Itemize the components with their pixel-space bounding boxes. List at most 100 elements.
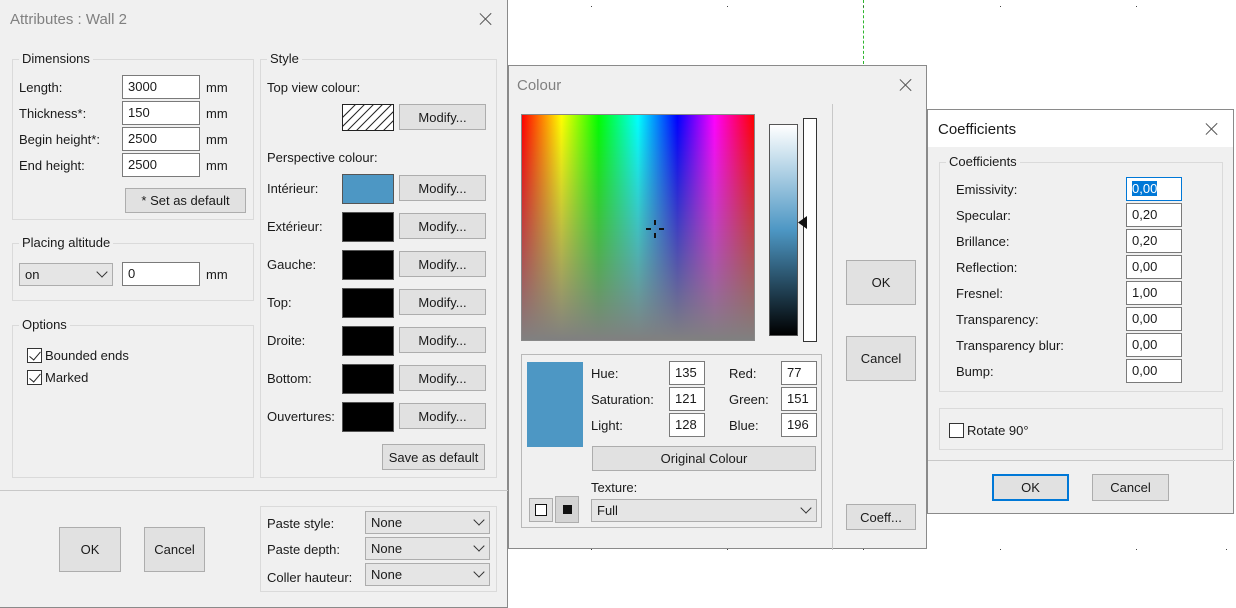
coefficient-label: Brillance: [956,234,1010,249]
close-icon[interactable] [1203,120,1221,138]
coefficient-label: Emissivity: [956,182,1018,197]
bounded-ends-checkbox[interactable] [27,348,42,363]
colour-swatch[interactable] [342,402,394,432]
close-icon[interactable] [897,76,915,94]
ok-button[interactable]: OK [59,527,121,572]
texture-label: Texture: [591,480,638,495]
close-icon[interactable] [477,10,495,28]
cancel-button[interactable]: Cancel [846,336,916,381]
colour-preview [527,362,583,447]
paste-height-label: Coller hauteur: [267,570,353,585]
coefficient-label: Fresnel: [956,286,1003,301]
paste-style-label: Paste style: [267,516,335,531]
begin-height-input[interactable]: 2500 [122,127,200,151]
coefficient-label: Transparency blur: [956,338,1064,353]
colour-swatch[interactable] [342,250,394,280]
coefficient-label: Reflection: [956,260,1018,275]
begin-height-unit: mm [206,132,228,147]
perspective-row-label: Gauche: [267,257,317,272]
select-value: None [371,515,403,530]
blue-input[interactable]: 196 [781,413,817,437]
set-as-default-button[interactable]: * Set as default [125,188,246,213]
rotate-90-checkbox[interactable] [949,423,964,438]
square-filled-icon [563,505,572,514]
green-input[interactable]: 151 [781,387,817,411]
modify-button[interactable]: Modify... [399,365,486,391]
divider [0,490,508,491]
thickness-input[interactable]: 150 [122,101,200,125]
perspective-row-label: Bottom: [267,371,312,386]
modify-button[interactable]: Modify... [399,251,486,277]
colour-swatch[interactable] [342,212,394,242]
dialog-title: Colour [517,77,562,94]
modify-button[interactable]: Modify... [399,289,486,315]
filled-texture-button[interactable] [555,496,579,523]
top-view-modify-button[interactable]: Modify... [399,104,486,130]
perspective-row-label: Top: [267,295,292,310]
grid-point [591,549,592,550]
original-colour-button[interactable]: Original Colour [592,446,816,471]
modify-button[interactable]: Modify... [399,403,486,429]
coefficient-input[interactable]: 1,00 [1126,281,1182,305]
outline-texture-button[interactable] [529,498,553,522]
perspective-row-label: Ouvertures: [267,409,335,424]
coefficient-label: Bump: [956,364,994,379]
paste-style-select[interactable]: None [365,511,490,534]
colour-titlebar[interactable]: Colour [509,66,926,104]
light-input[interactable]: 128 [669,413,705,437]
chevron-down-icon [800,502,812,514]
attributes-titlebar[interactable]: Attributes : Wall 2 [0,0,507,38]
save-as-default-button[interactable]: Save as default [382,444,485,470]
luminance-bar[interactable] [769,124,798,336]
colour-swatch[interactable] [342,174,394,204]
saturation-input[interactable]: 121 [669,387,705,411]
altitude-input[interactable]: 0 [122,262,200,286]
group-label: Placing altitude [19,235,114,250]
coefficient-input[interactable]: 0,00 [1126,177,1182,201]
coefficient-input[interactable]: 0,20 [1126,229,1182,253]
cancel-button[interactable]: Cancel [1092,474,1169,501]
ok-button[interactable]: OK [992,474,1069,501]
marked-label: Marked [45,370,89,385]
luminance-slider-track[interactable] [803,118,817,342]
colour-swatch[interactable] [342,288,394,318]
coefficient-input[interactable]: 0,00 [1126,307,1182,331]
paste-depth-select[interactable]: None [365,537,490,560]
hue-label: Hue: [591,366,619,381]
hue-input[interactable]: 135 [669,361,705,385]
ok-button[interactable]: OK [846,260,916,305]
divider [832,104,833,550]
chevron-down-icon [473,540,485,552]
modify-button[interactable]: Modify... [399,175,486,201]
begin-height-label: Begin height*: [19,132,100,147]
grid-point [863,6,864,7]
modify-button[interactable]: Modify... [399,213,486,239]
select-value: on [25,267,40,282]
end-height-input[interactable]: 2500 [122,153,200,177]
coefficient-input[interactable]: 0,00 [1126,333,1182,357]
marked-checkbox[interactable] [27,370,42,385]
length-input[interactable]: 3000 [122,75,200,99]
cancel-button[interactable]: Cancel [144,527,205,572]
group-label: Dimensions [19,51,93,66]
thickness-label: Thickness*: [19,106,87,121]
blue-label: Blue: [729,418,759,433]
coefficient-input[interactable]: 0,20 [1126,203,1182,227]
coeff-button[interactable]: Coeff... [846,504,916,530]
coefficient-input[interactable]: 0,00 [1126,255,1182,279]
colour-swatch[interactable] [342,326,394,356]
coefficients-titlebar[interactable]: Coefficients [928,110,1233,148]
saturation-label: Saturation: [591,392,654,407]
texture-select[interactable]: Full [591,499,817,522]
red-input[interactable]: 77 [781,361,817,385]
placing-mode-select[interactable]: on [19,263,113,286]
paste-height-select[interactable]: None [365,563,490,586]
luminance-pointer-icon[interactable] [798,216,807,229]
grid-point [863,549,864,550]
chevron-down-icon [96,266,108,278]
colour-swatch[interactable] [342,364,394,394]
coefficient-input[interactable]: 0,00 [1126,359,1182,383]
modify-button[interactable]: Modify... [399,327,486,353]
colour-spectrum[interactable] [521,114,755,341]
light-label: Light: [591,418,623,433]
